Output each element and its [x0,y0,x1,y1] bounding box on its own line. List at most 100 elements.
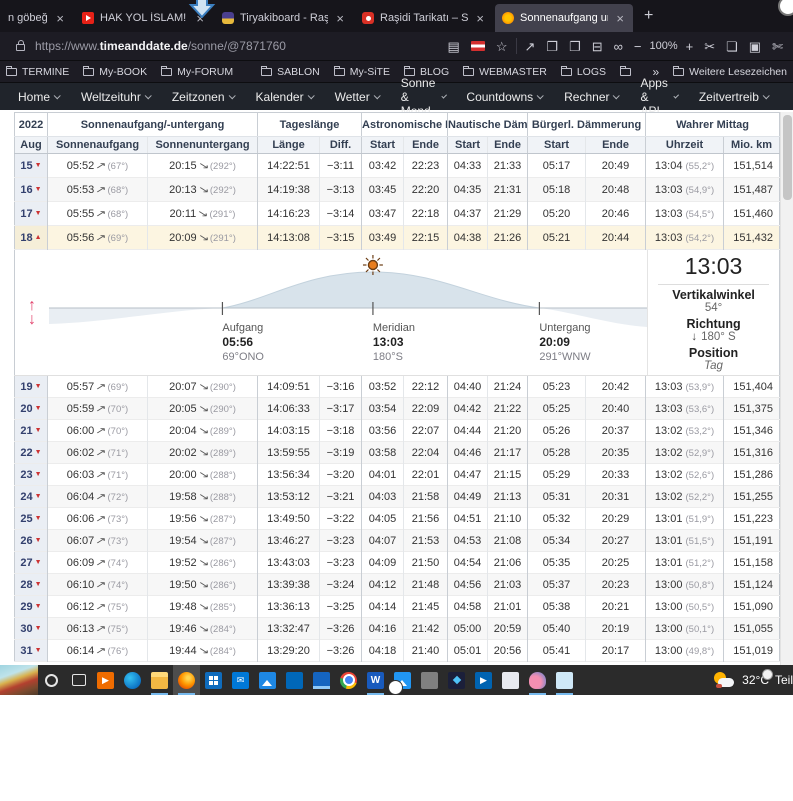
table-row[interactable]: 30▼06:13↗(75°)19:46↘(284°)13:32:47−3:260… [15,618,780,640]
scrollbar-thumb[interactable] [783,115,792,200]
azimuth: (68°) [108,209,129,220]
new-tab-button[interactable]: + [634,7,663,25]
day-cell[interactable]: 29▼ [15,596,48,618]
nav-item-countdowns[interactable]: Countdowns [466,90,542,104]
firefox-icon[interactable] [173,665,200,695]
snip-icon[interactable]: ✄ [772,40,783,53]
infinity-icon[interactable]: ∞ [614,40,623,53]
dev-app-icon[interactable] [443,665,470,695]
table-row[interactable]: 18▲05:56↗(69°)20:09↘(291°)14:13:08−3:150… [15,226,780,250]
table-row[interactable]: 17▼05:55↗(68°)20:11↘(291°)14:16:23−3:140… [15,202,780,226]
day-cell[interactable]: 22▼ [15,442,48,464]
copy-pages-icon[interactable]: ❏ [726,40,738,53]
value: 04:05 [369,513,397,525]
table-row[interactable]: 31▼06:14↗(76°)19:44↘(284°)13:29:20−3:260… [15,640,780,662]
clipboard-icon[interactable]: ▣ [749,40,761,53]
sort-arrows[interactable]: ↑ ↓ [15,250,49,375]
table-row[interactable]: 20▼05:59↗(70°)20:05↘(290°)14:06:33−3:170… [15,398,780,420]
austria-flag-icon[interactable] [471,41,485,51]
file-explorer-icon[interactable] [146,665,173,695]
media-player-icon[interactable]: ▶ [92,665,119,695]
nav-item-zeitzonen[interactable]: Zeitzonen [172,90,234,104]
bookmark-star-icon[interactable]: ☆ [496,40,508,53]
table-row[interactable]: 29▼06:12↗(75°)19:48↘(285°)13:36:13−3:250… [15,596,780,618]
table-row[interactable]: 26▼06:07↗(73°)19:54↘(287°)13:46:27−3:230… [15,530,780,552]
day-cell[interactable]: 16▼ [15,178,48,202]
task-view-icon[interactable] [65,665,92,695]
day-cell[interactable]: 30▼ [15,618,48,640]
day-cell[interactable]: 18▲ [15,226,48,250]
scrollbar[interactable] [780,112,793,665]
laptop-icon[interactable] [308,665,335,695]
table-row[interactable]: 28▼06:10↗(74°)19:50↘(286°)13:39:38−3:240… [15,574,780,596]
url-field[interactable]: https://www.timeanddate.de/sonne/@787176… [35,39,286,53]
tab-close-icon[interactable]: × [474,11,486,26]
scissors-icon[interactable]: ✂ [704,40,715,53]
cell-diff: −3:20 [320,464,362,486]
container-tab-icon[interactable]: ❐ [546,40,558,53]
down-arrow-icon[interactable]: ↓ [28,313,36,327]
nav-item-kalender[interactable]: Kalender [256,90,313,104]
zoom-in-icon[interactable]: + [686,40,694,53]
paint-icon[interactable] [497,665,524,695]
value: 151,487 [733,184,773,196]
calculator-icon[interactable] [281,665,308,695]
nav-item-weltzeituhr[interactable]: Weltzeituhr [81,90,150,104]
camera-icon[interactable] [416,665,443,695]
browser-tab[interactable]: Sonnenaufgang und Sonnenun× [495,4,633,32]
day-cell[interactable]: 24▼ [15,486,48,508]
day-cell[interactable]: 31▼ [15,640,48,662]
table-row[interactable]: 27▼06:09↗(74°)19:52↘(286°)13:43:03−3:230… [15,552,780,574]
nav-item-wetter[interactable]: Wetter [335,90,379,104]
tab-close-icon[interactable]: × [334,11,346,26]
table-row[interactable]: 19▼05:57↗(69°)20:07↘(290°)14:09:51−3:160… [15,376,780,398]
notes-app-icon[interactable] [551,665,578,695]
tiryaki-favicon-icon [222,12,234,24]
split-view-icon[interactable]: ⊟ [592,40,603,53]
browser-tab[interactable]: Tiryakiboard - Raşidi Tarikatı Ge× [215,4,353,32]
mail-icon[interactable]: ✉ [227,665,254,695]
day-cell[interactable]: 21▼ [15,420,48,442]
container-tab-alt-icon[interactable]: ❐ [569,40,581,53]
day-cell[interactable]: 26▼ [15,530,48,552]
nav-item-rechner[interactable]: Rechner [564,90,618,104]
table-row[interactable]: 25▼06:06↗(73°)19:56↘(287°)13:49:50−3:220… [15,508,780,530]
browser-tab[interactable]: Raşidi Tarikatı – Sayfa 2 – Efsane× [355,4,493,32]
chrome-icon[interactable] [335,665,362,695]
day-cell[interactable]: 15▼ [15,154,48,178]
day-cell[interactable]: 27▼ [15,552,48,574]
screenshot-tool-icon[interactable]: ↗ [525,40,536,53]
cell-astroE: 22:01 [404,464,448,486]
table-row[interactable]: 15▼05:52↗(67°)20:15↘(292°)14:22:51−3:110… [15,154,780,178]
day-cell[interactable]: 17▼ [15,202,48,226]
nav-item-home[interactable]: Home [18,90,59,104]
store-icon[interactable] [200,665,227,695]
table-row[interactable]: 22▼06:02↗(71°)20:02↘(289°)13:59:55−3:190… [15,442,780,464]
cortana-search-icon[interactable] [38,665,65,695]
word-icon[interactable]: W [362,665,389,695]
taskbar-weather[interactable]: 32°C Teil [712,671,793,689]
zoom-out-icon[interactable]: − [634,40,642,53]
day-cell[interactable]: 20▼ [15,398,48,420]
nav-item-zeitvertreib[interactable]: Zeitvertreib [699,90,768,104]
movies-icon[interactable]: ▶ [470,665,497,695]
tab-close-icon[interactable]: × [614,11,626,26]
cell-set: 19:52↘(286°) [148,552,258,574]
table-row[interactable]: 23▼06:03↗(71°)20:00↘(288°)13:56:34−3:200… [15,464,780,486]
day-cell[interactable]: 23▼ [15,464,48,486]
table-row[interactable]: 24▼06:04↗(72°)19:58↘(288°)13:53:12−3:210… [15,486,780,508]
table-row[interactable]: 21▼06:00↗(70°)20:04↘(289°)14:03:15−3:180… [15,420,780,442]
day-cell[interactable]: 28▼ [15,574,48,596]
day-cell[interactable]: 19▼ [15,376,48,398]
start-button[interactable] [0,665,38,695]
direction-label: Richtung [648,317,779,331]
tab-close-icon[interactable]: × [54,11,66,26]
browser-tab[interactable]: n göbeğine, hak yo× [1,4,73,32]
photos-icon[interactable] [254,665,281,695]
pink-app-icon[interactable] [524,665,551,695]
day-cell[interactable]: 25▼ [15,508,48,530]
edge-icon[interactable] [119,665,146,695]
reader-view-icon[interactable]: ▤ [448,40,460,53]
value: 06:06 [67,513,95,525]
table-row[interactable]: 16▼05:53↗(68°)20:13↘(292°)14:19:38−3:130… [15,178,780,202]
